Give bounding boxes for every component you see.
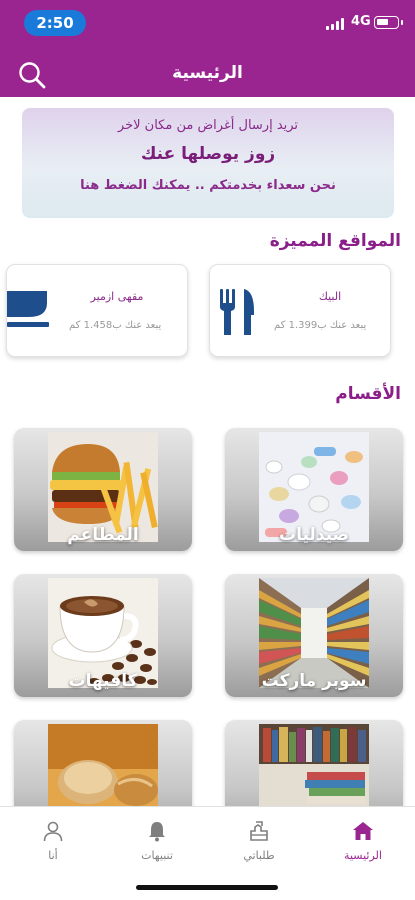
- user-icon: [43, 821, 63, 842]
- category-restaurants[interactable]: المطاعم: [14, 428, 192, 551]
- battery-icon: [374, 16, 403, 29]
- tab-notifications[interactable]: تنبيهات: [117, 819, 197, 862]
- network-type: 4G: [351, 14, 371, 29]
- categories-section-title: الأقسام: [335, 384, 401, 404]
- restaurant-icon: [220, 289, 254, 335]
- category-supermarket[interactable]: سوبر ماركت: [225, 574, 403, 697]
- featured-name: مقهى ازمير: [90, 290, 144, 303]
- status-bar: 2:50 4G: [0, 0, 415, 44]
- featured-card[interactable]: البيك يبعد عنك ب1.399 كم: [209, 264, 391, 357]
- banner-cta: نحن سعداء بخدمتكم .. يمكنك الضغط هنا: [80, 178, 336, 193]
- banner-line1: تريد إرسال أغراض من مكان لاخر: [117, 118, 299, 133]
- category-pharmacy[interactable]: صيدليات: [225, 428, 403, 551]
- tab-label: الرئيسية: [344, 849, 382, 862]
- featured-name: البيك: [318, 290, 342, 303]
- status-time: 2:50: [24, 10, 86, 36]
- home-icon: [353, 822, 373, 840]
- tab-orders[interactable]: طلباتي: [219, 819, 299, 862]
- featured-carousel[interactable]: البيك يبعد عنك ب1.399 كم مقهى ازمير يبعد…: [0, 264, 415, 359]
- featured-section-title: المواقع المميزة: [269, 231, 401, 251]
- signal-icon: [326, 18, 348, 30]
- category-label: صيدليات: [279, 525, 349, 545]
- category-label: سوبر ماركت: [261, 671, 367, 691]
- featured-distance: يبعد عنك ب1.399 كم: [274, 320, 367, 331]
- category-label: كافيهات: [68, 671, 138, 691]
- featured-distance: يبعد عنك ب1.458 كم: [69, 320, 162, 331]
- tab-profile[interactable]: أنا: [13, 819, 93, 862]
- tab-home[interactable]: الرئيسية: [323, 819, 403, 862]
- home-indicator: [136, 885, 278, 890]
- banner-headline: زوز يوصلها عنك: [140, 144, 276, 164]
- page-title: الرئيسية: [172, 63, 243, 83]
- cafe-icon: [7, 291, 49, 327]
- send-items-banner[interactable]: تريد إرسال أغراض من مكان لاخر زوز يوصلها…: [22, 108, 394, 218]
- bell-icon: [149, 822, 165, 842]
- tab-label: تنبيهات: [141, 849, 173, 862]
- orders-icon: [250, 821, 268, 841]
- category-cafes[interactable]: كافيهات: [14, 574, 192, 697]
- category-label: المطاعم: [67, 525, 139, 545]
- battery-level: [377, 19, 388, 25]
- featured-card[interactable]: مقهى ازمير يبعد عنك ب1.458 كم: [6, 264, 188, 357]
- app-header: 2:50 4G الرئيسية: [0, 0, 415, 97]
- tab-label: طلباتي: [243, 849, 275, 862]
- tab-label: أنا: [48, 849, 58, 862]
